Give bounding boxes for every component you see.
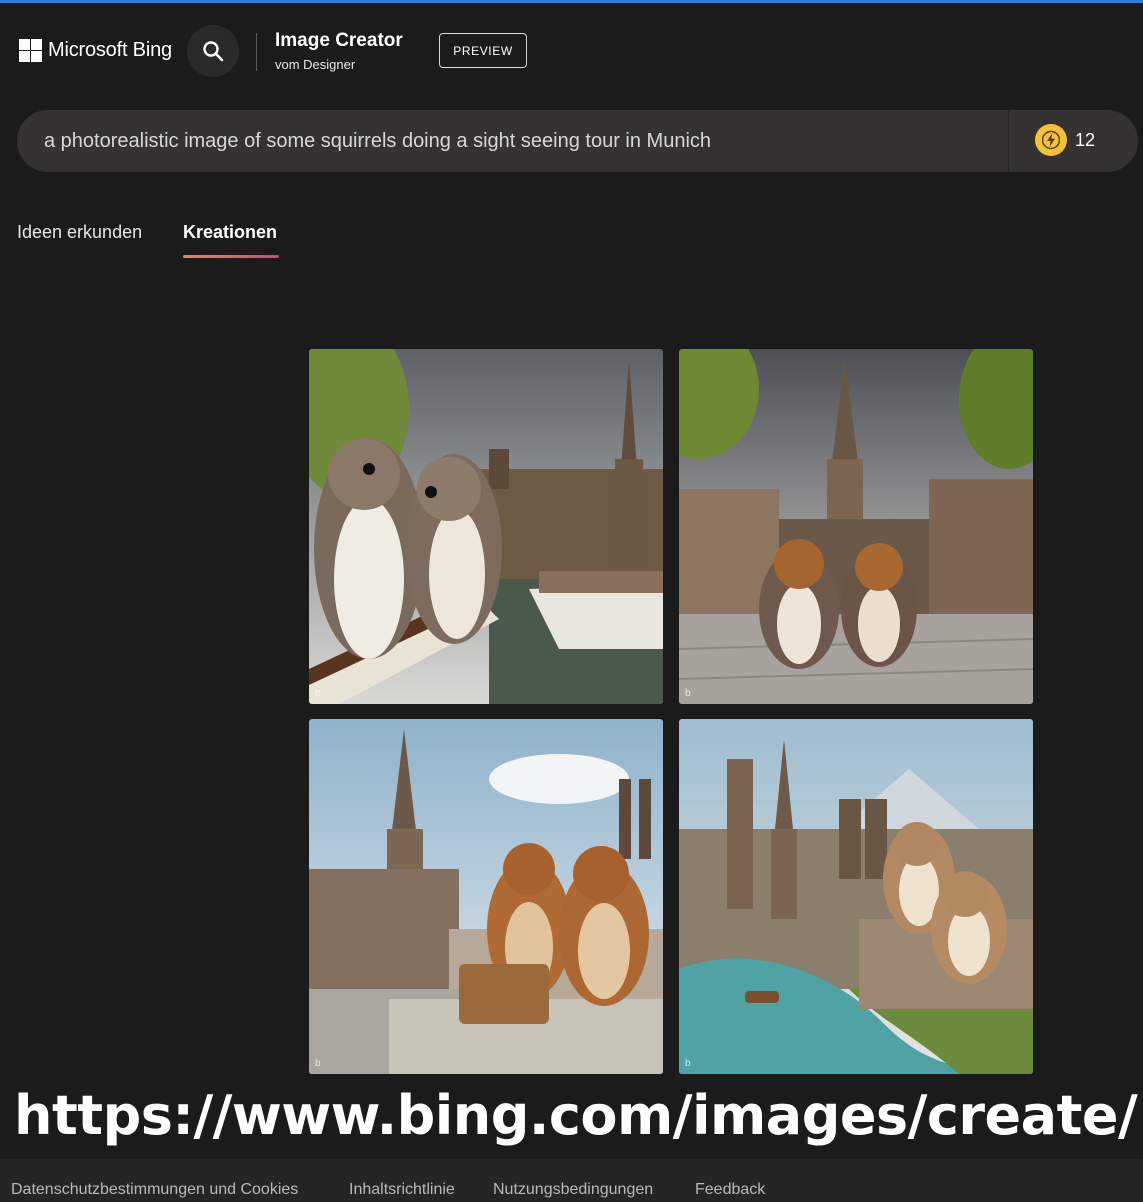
- brand-name: Microsoft Bing: [48, 39, 172, 61]
- image-grid: b b b b: [309, 349, 1033, 1074]
- search-button[interactable]: [187, 25, 239, 77]
- generated-image-1[interactable]: b: [309, 349, 663, 704]
- overlay-url-text: https://www.bing.com/images/create/: [14, 1084, 1138, 1147]
- generated-image-2[interactable]: b: [679, 349, 1033, 704]
- generated-image-3[interactable]: b: [309, 719, 663, 1074]
- boost-counter[interactable]: 12: [1035, 124, 1095, 156]
- lightning-coin-icon: [1035, 124, 1067, 156]
- bing-watermark-icon: b: [315, 688, 321, 699]
- bing-watermark-icon: b: [315, 1058, 321, 1069]
- footer-link-terms[interactable]: Nutzungsbedingungen: [493, 1181, 653, 1199]
- footer: Datenschutzbestimmungen und Cookies Inha…: [0, 1159, 1143, 1202]
- tab-kreationen[interactable]: Kreationen: [183, 222, 277, 243]
- footer-link-privacy[interactable]: Datenschutzbestimmungen und Cookies: [11, 1181, 298, 1199]
- prompt-separator: [1008, 110, 1009, 172]
- footer-link-feedback[interactable]: Feedback: [695, 1181, 765, 1199]
- prompt-input[interactable]: [44, 110, 1004, 172]
- prompt-bar: 12: [17, 110, 1138, 172]
- preview-badge: PREVIEW: [439, 33, 527, 68]
- header: Microsoft Bing Image Creator vom Designe…: [0, 3, 1143, 103]
- app-title[interactable]: Image Creator: [275, 30, 403, 52]
- header-divider: [256, 33, 257, 71]
- boost-count: 12: [1075, 129, 1096, 150]
- generated-image-4[interactable]: b: [679, 719, 1033, 1074]
- active-tab-indicator: [183, 255, 279, 258]
- windows-logo-icon: [19, 39, 42, 62]
- tab-ideen-erkunden[interactable]: Ideen erkunden: [17, 222, 142, 243]
- footer-link-content-policy[interactable]: Inhaltsrichtlinie: [349, 1181, 455, 1199]
- app-subtitle: vom Designer: [275, 57, 356, 72]
- search-icon: [203, 41, 224, 62]
- bing-watermark-icon: b: [685, 1058, 691, 1069]
- microsoft-bing-logo[interactable]: Microsoft Bing: [19, 39, 172, 62]
- bing-watermark-icon: b: [685, 688, 691, 699]
